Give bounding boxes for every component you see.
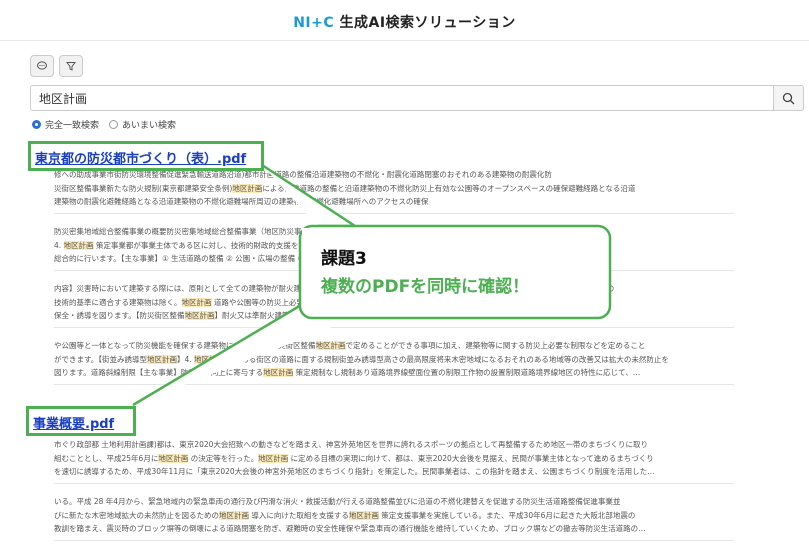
highlighted-term: 地区計画 [232, 183, 263, 193]
result-title-box: 東京都の防災都市づくり（表）.pdf [28, 141, 264, 171]
highlighted-term: 地区計画 [263, 368, 294, 377]
search-icon [782, 92, 795, 104]
chat-bubble-icon [37, 61, 47, 70]
result-snippet: いる。平成 28 年4月から、緊急地域内の緊急車両の通行及び円滑な消火・救援活動… [54, 495, 734, 541]
radio-dot[interactable] [109, 120, 119, 129]
callout-heading: 課題3 [321, 249, 367, 269]
radio-label-fuzzy: あいまい検索 [122, 121, 177, 131]
highlighted-term: 地区計画 [219, 510, 249, 520]
snippet-line: 保全・誘導を図ります。【防災街区整備地区計画】耐火又は準耐火建築物等とするほか、… [54, 311, 545, 320]
app-title-text: 生成AI検索ソリューション [334, 15, 516, 31]
result-title-box: 事業概要.pdf [26, 406, 136, 436]
brand-name: NI+C [293, 15, 335, 31]
radio-exact-match[interactable]: 完全一致検索 [32, 118, 99, 131]
snippet-line: 技術的基準に適合する建築物は除く。地区計画 道路や公園等の防災上必要な施設を計画… [54, 297, 612, 307]
search-input[interactable] [30, 85, 774, 111]
highlighted-term: 地区計画 [147, 354, 177, 364]
snippet-line: いる。平成 28 年4月から、緊急地域内の緊急車両の通行及び円滑な消火・救援活動… [54, 497, 621, 506]
highlighted-term: 地区計画 [348, 510, 379, 520]
snippet-line: 建築物の耐震化避難経路となる沿道建築物の不燃化避難場所周辺の建築物の不燃化避難場… [54, 197, 429, 206]
radio-dot-selected[interactable] [32, 120, 41, 129]
highlighted-term: 地区計画 [194, 354, 225, 364]
app-header: NI+C 生成AI検索ソリューション [0, 0, 809, 41]
snippet-line: を速切に誘導するため、平成30年11月に「東京2020大会後の神宮外苑地区のまち… [54, 467, 655, 476]
snippet-line: 図ります。道路斜線制限【主な事業】防災性の向上に寄与する地区計画 策定規制なし規… [54, 368, 641, 377]
result-title-link[interactable]: 東京都の防災都市づくり（表）.pdf [35, 152, 246, 167]
highlighted-term: 地区計画 [258, 453, 289, 463]
filter-icon [66, 62, 76, 71]
result-title-link[interactable]: 事業概要.pdf [33, 417, 114, 432]
callout-message: 複数のPDFを同時に確認！ [321, 277, 530, 297]
snippet-line: や公園等と一体となって防災機能を確保する建築物については、防災街区整備地区計画で… [54, 341, 646, 350]
snippet-line: 災街区整備事業新たな防火規制(東京都建築安全条例)地区計画による避難道路の整備と… [54, 183, 636, 193]
radio-label-exact: 完全一致検索 [45, 121, 100, 131]
snippet-line: 組むこととし、平成25年6月に地区計画 の決定等を行った。地区計画 に定める目標… [54, 453, 654, 463]
result-snippet: や公園等と一体となって防災機能を確保する建築物については、防災街区整備地区計画で… [54, 339, 734, 385]
highlighted-term: 地区計画 [184, 311, 215, 320]
search-button[interactable] [774, 85, 804, 111]
snippet-line: 教訓を踏まえ、震災時のブロック塀等の倒壊による道路閉塞を防ぎ、避難時の安全性確保… [54, 524, 646, 533]
highlighted-term: 地区計画 [158, 453, 189, 463]
result-snippet: 修への助成事業市街防災環境整備促進緊急輸送道路沿道)都市計画道路の整備沿道建築物… [54, 168, 734, 214]
highlighted-term: 地区計画 [181, 297, 212, 307]
search-mode-group: 完全一致検索 あいまい検索 [32, 118, 176, 131]
filter-button[interactable] [59, 55, 83, 77]
chat-button[interactable] [30, 55, 54, 77]
highlighted-term: 地区計画 [63, 240, 94, 250]
radio-fuzzy-match[interactable]: あいまい検索 [109, 118, 176, 131]
app-title: NI+C 生成AI検索ソリューション [0, 12, 809, 32]
callout: 課題3 複数のPDFを同時に確認！ [321, 244, 601, 297]
snippet-line: ができます。【街並み誘導型地区計画】4. 地区計画 で定める街区の道路に面する規… [54, 354, 669, 364]
snippet-line: 市ぐり政部都 土地利用計画課)都は、東京2020大会招致への動きなどを踏まえ、神… [54, 440, 649, 449]
result-snippet: 市ぐり政部都 土地利用計画課)都は、東京2020大会招致への動きなどを踏まえ、神… [54, 438, 734, 484]
highlighted-term: 地区計画 [315, 341, 346, 350]
snippet-line: 防災密集地域総合整備事業の概要防災密集地域総合整備事業（地区防災事業）と〇〇事業… [54, 227, 579, 236]
snippet-line: びに新たな木密地域拡大の未然防止を図るための地区計画 導入に向けた取組を支援する… [54, 510, 636, 520]
search-bar [30, 85, 804, 111]
